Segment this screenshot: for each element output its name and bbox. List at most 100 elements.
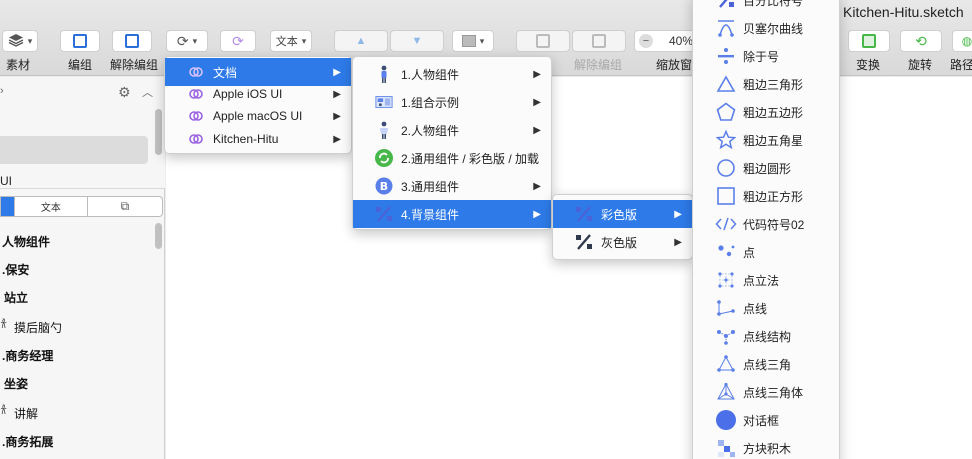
link-icon: [187, 85, 205, 103]
menu-item-block-bricks[interactable]: 方块积木: [693, 434, 839, 459]
menu-item-thick-triangle[interactable]: 粗边三角形: [693, 70, 839, 98]
forward-button[interactable]: ▲: [334, 30, 388, 52]
pages-scrollbar[interactable]: [155, 109, 162, 155]
gear-icon[interactable]: ⚙: [118, 84, 131, 101]
insert-symbol-menu: 文档 ▶ Apple iOS UI ▶ Apple macOS UI ▶ Kit…: [164, 56, 352, 154]
window-title: Kitchen-Hitu.sketch: [843, 4, 964, 20]
material-label: 素材: [6, 58, 31, 72]
link-icon: [187, 130, 205, 148]
menu-item-thick-circle[interactable]: 粗边圆形: [693, 154, 839, 182]
menu-item-label: 方块积木: [743, 441, 792, 456]
menu-item-label: Kitchen-Hitu: [213, 132, 279, 146]
transform-label: 变换: [856, 58, 881, 72]
list-item[interactable]: 摸后脑勺: [14, 319, 62, 336]
percent-icon: [375, 205, 393, 223]
text-dropdown[interactable]: 文本 ▾: [270, 30, 312, 52]
menu-item-kitchen-hitu[interactable]: Kitchen-Hitu ▶: [165, 125, 351, 153]
ungroup-button[interactable]: [112, 30, 152, 52]
menu-item-label: 点线结构: [743, 329, 792, 344]
zoom-out-icon[interactable]: −: [639, 34, 653, 48]
sync-icon: ⟳: [176, 32, 189, 49]
tab-selected[interactable]: [1, 197, 15, 216]
page-item-ui[interactable]: UI: [0, 174, 12, 188]
layers-icon: [8, 33, 24, 50]
square-icon: [715, 185, 737, 207]
tab-text[interactable]: 文本: [15, 197, 88, 216]
person-icon: [375, 121, 393, 139]
menu-item-label: 彩色版: [601, 207, 638, 222]
menu-item-dot-cube[interactable]: 点立法: [693, 266, 839, 294]
page-chevron-icon[interactable]: ›: [0, 85, 4, 97]
percent-icon: [575, 233, 593, 251]
chevron-down-icon: ▾: [192, 35, 198, 46]
menu-item-combination[interactable]: 1.组合示例 ▶: [353, 88, 551, 116]
list-item[interactable]: 讲解: [14, 405, 38, 422]
menu-item-dot-line-triangle[interactable]: 点线三角: [693, 350, 839, 378]
chevron-up-icon[interactable]: ︿: [142, 84, 153, 100]
dot-triangle-body-icon: [715, 381, 737, 403]
menu-item-dot-line-triangle-body[interactable]: 点线三角体: [693, 378, 839, 406]
menu-item-background[interactable]: 4.背景组件 ▶: [353, 200, 551, 228]
ungroup2-icon: [592, 34, 606, 48]
path-button[interactable]: ◍: [952, 30, 972, 52]
menu-item-thick-square[interactable]: 粗边正方形: [693, 182, 839, 210]
dot-line-icon: [715, 297, 737, 319]
background-submenu: 彩色版 ▶ 灰色版 ▶: [552, 194, 693, 260]
menu-item-characters-1[interactable]: 1.人物组件 ▶: [353, 60, 551, 88]
menu-item-gray-version[interactable]: 灰色版 ▶: [553, 228, 692, 256]
chevron-right-icon: ▶: [674, 208, 682, 220]
divide-icon: [715, 45, 737, 67]
zoom-control[interactable]: − 40%: [634, 30, 696, 52]
menu-item-label: 点线: [743, 301, 768, 316]
list-item[interactable]: 人物组件: [2, 233, 50, 250]
menu-item-characters-2[interactable]: 2.人物组件 ▶: [353, 116, 551, 144]
menu-item-common-3[interactable]: B 3.通用组件 ▶: [353, 172, 551, 200]
menu-item-percent-symbol[interactable]: 百分比符号: [693, 0, 839, 14]
menu-item-label: 粗边五边形: [743, 105, 804, 120]
menu-item-color-version[interactable]: 彩色版 ▶: [553, 200, 692, 228]
menu-item-label: 粗边五角星: [743, 133, 804, 148]
fill-dropdown[interactable]: ▾: [452, 30, 494, 52]
menu-item-dot[interactable]: 点: [693, 238, 839, 266]
list-item[interactable]: 坐姿: [4, 375, 28, 392]
percent-icon: [715, 0, 737, 11]
menu-item-label: 点立法: [743, 273, 780, 288]
menu-item-dot-line[interactable]: 点线: [693, 294, 839, 322]
mask-button[interactable]: [516, 30, 570, 52]
chevron-right-icon: ▶: [333, 66, 341, 78]
material-button[interactable]: ▾: [2, 30, 38, 52]
symbol-button[interactable]: ⟳ ▾: [166, 30, 208, 52]
selected-page[interactable]: [0, 136, 148, 164]
tab-text-label: 文本: [40, 203, 61, 214]
chevron-down-icon: ▾: [27, 35, 33, 46]
menu-item-label: 灰色版: [601, 235, 638, 250]
list-item[interactable]: .商务拓展: [2, 433, 53, 450]
backward-button[interactable]: ▼: [390, 30, 444, 52]
menu-item-label: 文档: [213, 65, 238, 80]
transform-button[interactable]: [848, 30, 890, 52]
list-item[interactable]: .保安: [2, 261, 29, 278]
menu-item-label: 点线三角: [743, 357, 792, 372]
rotate-icon: ⟲: [915, 32, 927, 49]
triangle-icon: [715, 73, 737, 95]
list-item[interactable]: .商务经理: [2, 347, 53, 364]
group-button[interactable]: [60, 30, 100, 52]
layers-scrollbar[interactable]: [155, 223, 162, 249]
chat-bubble-icon: [715, 409, 737, 431]
menu-item-label: 2.通用组件 / 彩色版 / 加载: [401, 151, 540, 166]
menu-item-bezier-curve[interactable]: 贝塞尔曲线: [693, 14, 839, 42]
code-icon: [715, 213, 737, 235]
ungroup2-button[interactable]: [572, 30, 626, 52]
tab-image[interactable]: ⧉: [88, 197, 162, 216]
menu-item-thick-star[interactable]: 粗边五角星: [693, 126, 839, 154]
menu-item-label: 粗边正方形: [743, 189, 804, 204]
menu-item-dialog[interactable]: 对话框: [693, 406, 839, 434]
create-symbol-button[interactable]: ⟳: [220, 30, 256, 52]
menu-item-dot-line-structure[interactable]: 点线结构: [693, 322, 839, 350]
list-item[interactable]: 站立: [4, 289, 28, 306]
menu-item-divide[interactable]: 除于号: [693, 42, 839, 70]
menu-item-common-color-loading[interactable]: 2.通用组件 / 彩色版 / 加载: [353, 144, 551, 172]
menu-item-thick-pentagon[interactable]: 粗边五边形: [693, 98, 839, 126]
menu-item-code-symbol[interactable]: 代码符号02: [693, 210, 839, 238]
rotate-button[interactable]: ⟲: [900, 30, 942, 52]
